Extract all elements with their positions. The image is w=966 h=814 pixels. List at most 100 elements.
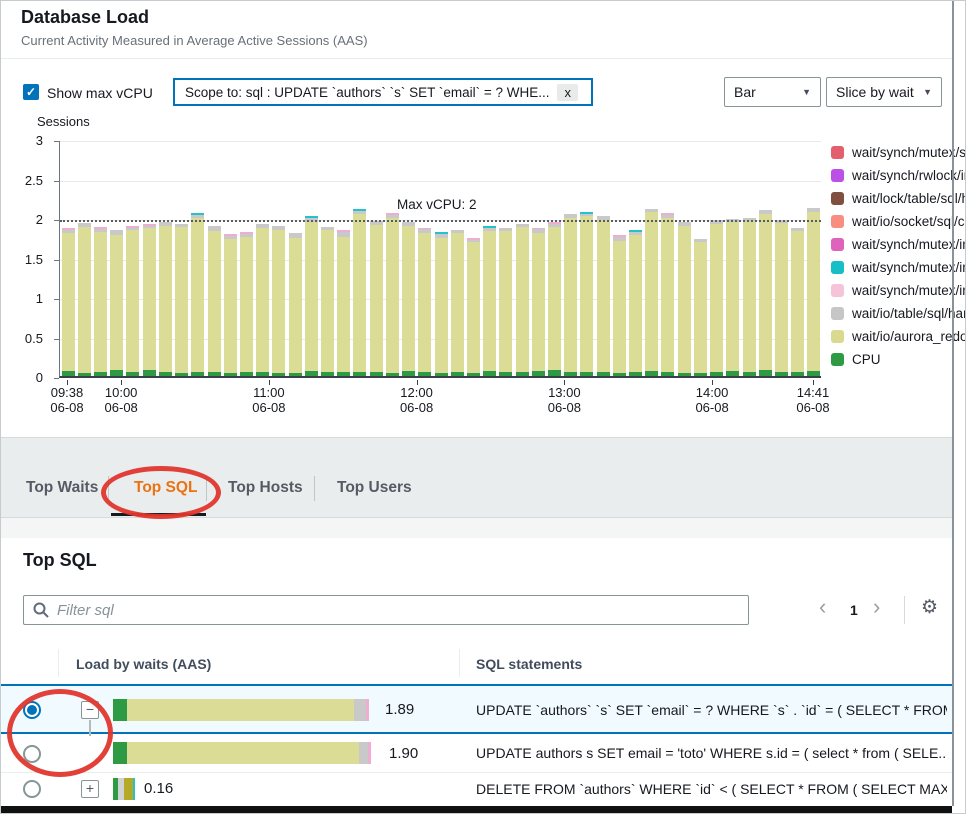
chart-bar[interactable] xyxy=(78,223,91,376)
chart-bar[interactable] xyxy=(191,213,204,376)
chart-bar[interactable] xyxy=(451,230,464,376)
legend-item[interactable]: wait/synch/mutex/sql/ xyxy=(831,141,965,164)
chart-bar[interactable] xyxy=(661,213,674,376)
row-radio-selected[interactable] xyxy=(23,701,41,719)
legend-item[interactable]: wait/io/aurora_redo_lo xyxy=(831,325,965,348)
chart-bar[interactable] xyxy=(597,216,610,376)
chart-bar[interactable] xyxy=(208,226,221,376)
chart-type-dropdown[interactable]: Bar ▼ xyxy=(724,77,821,107)
column-header-sql: SQL statements xyxy=(476,656,582,672)
slice-by-dropdown[interactable]: Slice by wait ▼ xyxy=(826,77,942,107)
vertical-scrollbar[interactable] xyxy=(952,1,954,806)
x-tick-label: 11:0006-08 xyxy=(252,385,285,415)
x-tick-label: 14:4106-08 xyxy=(796,385,829,415)
page-subtitle: Current Activity Measured in Average Act… xyxy=(21,33,368,48)
row-radio[interactable] xyxy=(23,780,41,798)
chart-bar[interactable] xyxy=(386,213,399,376)
x-tick-label: 14:0006-08 xyxy=(695,385,728,415)
legend-item[interactable]: wait/synch/mutex/inn xyxy=(831,279,965,302)
chart-bar[interactable] xyxy=(240,232,253,376)
chart-bar[interactable] xyxy=(143,224,156,376)
chart-bar[interactable] xyxy=(305,216,318,376)
page-number: 1 xyxy=(850,602,858,618)
remove-scope-icon[interactable]: x xyxy=(557,84,578,101)
legend-item[interactable]: wait/io/table/sql/hanc xyxy=(831,302,965,325)
chart-bar[interactable] xyxy=(759,210,772,376)
chart-bar[interactable] xyxy=(726,219,739,376)
tab-top-waits[interactable]: Top Waits xyxy=(26,479,98,497)
chart-bar[interactable] xyxy=(499,228,512,376)
chart-bar[interactable] xyxy=(613,235,626,376)
tab-top-hosts[interactable]: Top Hosts xyxy=(228,479,303,497)
chart-bar[interactable] xyxy=(110,230,123,376)
chart-bar[interactable] xyxy=(337,230,350,376)
chart-bar[interactable] xyxy=(370,221,383,376)
chart-bar[interactable] xyxy=(807,208,820,376)
chart-bar[interactable] xyxy=(467,238,480,376)
chart-bar[interactable] xyxy=(710,220,723,376)
chart-bar[interactable] xyxy=(256,224,269,376)
chart-bar[interactable] xyxy=(483,226,496,376)
chart-bar[interactable] xyxy=(564,214,577,376)
chart-bar[interactable] xyxy=(791,228,804,377)
legend-item[interactable]: wait/io/socket/sql/clie xyxy=(831,210,965,233)
sql-statement-link[interactable]: UPDATE authors s SET email = 'toto' WHER… xyxy=(476,745,947,761)
load-chart-plot[interactable]: Max vCPU: 2 xyxy=(59,141,821,378)
load-by-waits-bar xyxy=(113,742,371,764)
chart-bar[interactable] xyxy=(224,234,237,376)
column-separator xyxy=(58,649,59,677)
legend-swatch xyxy=(831,169,844,182)
page-next-icon[interactable]: › xyxy=(873,597,880,617)
tabs-bar: Top Waits Top SQL Top Hosts Top Users xyxy=(1,438,953,517)
legend-item[interactable]: wait/synch/mutex/inn xyxy=(831,256,965,279)
chart-bar[interactable] xyxy=(678,222,691,376)
chart-bar[interactable] xyxy=(580,212,593,376)
sql-filter-input[interactable] xyxy=(57,602,739,619)
chart-bar[interactable] xyxy=(435,232,448,376)
chart-bar[interactable] xyxy=(175,224,188,376)
chart-bar[interactable] xyxy=(516,224,529,376)
chart-bar[interactable] xyxy=(321,227,334,376)
show-max-vcpu-checkbox[interactable]: ✓ xyxy=(23,84,39,100)
sql-statement-link[interactable]: DELETE FROM `authors` WHERE `id` < ( SEL… xyxy=(476,781,947,797)
chart-bar[interactable] xyxy=(775,220,788,376)
expand-icon[interactable]: + xyxy=(81,780,99,798)
chart-bar[interactable] xyxy=(353,209,366,376)
table-row[interactable]: − 1.89 UPDATE `authors` `s` SET `email` … xyxy=(1,684,953,734)
chart-bar[interactable] xyxy=(532,228,545,377)
legend-swatch xyxy=(831,307,844,320)
x-tick-label: 13:0006-08 xyxy=(548,385,581,415)
chart-bar[interactable] xyxy=(629,230,642,376)
chart-bar[interactable] xyxy=(743,218,756,376)
page-previous-icon[interactable]: ‹ xyxy=(819,597,826,617)
chart-bar[interactable] xyxy=(62,228,75,376)
legend-item[interactable]: wait/synch/mutex/inn xyxy=(831,233,965,256)
chart-bar[interactable] xyxy=(159,222,172,376)
chart-bar[interactable] xyxy=(126,226,139,376)
chart-bar[interactable] xyxy=(272,226,285,376)
chart-bar[interactable] xyxy=(418,228,431,376)
legend-label: CPU xyxy=(852,352,881,367)
chart-bar[interactable] xyxy=(402,222,415,376)
scope-filter-tag: Scope to: sql : UPDATE `authors` `s` SET… xyxy=(173,78,593,106)
legend-item[interactable]: wait/lock/table/sql/ha xyxy=(831,187,965,210)
gear-icon[interactable]: ⚙ xyxy=(921,596,938,619)
legend-swatch xyxy=(831,215,844,228)
legend-label: wait/io/table/sql/hanc xyxy=(852,306,965,321)
table-row[interactable]: 1.90 UPDATE authors s SET email = 'toto'… xyxy=(1,736,953,772)
row-radio[interactable] xyxy=(23,745,41,763)
chart-bar[interactable] xyxy=(548,222,561,376)
chart-bar[interactable] xyxy=(94,227,107,376)
chart-bar[interactable] xyxy=(289,233,302,376)
tab-top-users[interactable]: Top Users xyxy=(337,479,412,497)
sql-statement-link[interactable]: UPDATE `authors` `s` SET `email` = ? WHE… xyxy=(476,702,947,718)
legend-item[interactable]: CPU xyxy=(831,348,965,371)
collapse-icon[interactable]: − xyxy=(81,701,99,719)
table-row[interactable]: + 0.16 DELETE FROM `authors` WHERE `id` … xyxy=(1,773,953,806)
chart-bar[interactable] xyxy=(645,209,658,376)
legend-item[interactable]: wait/synch/rwlock/inn xyxy=(831,164,965,187)
load-by-waits-bar xyxy=(113,778,135,800)
slice-by-value: Slice by wait xyxy=(836,84,914,100)
tab-top-sql[interactable]: Top SQL xyxy=(134,479,197,497)
chart-bar[interactable] xyxy=(694,239,707,376)
